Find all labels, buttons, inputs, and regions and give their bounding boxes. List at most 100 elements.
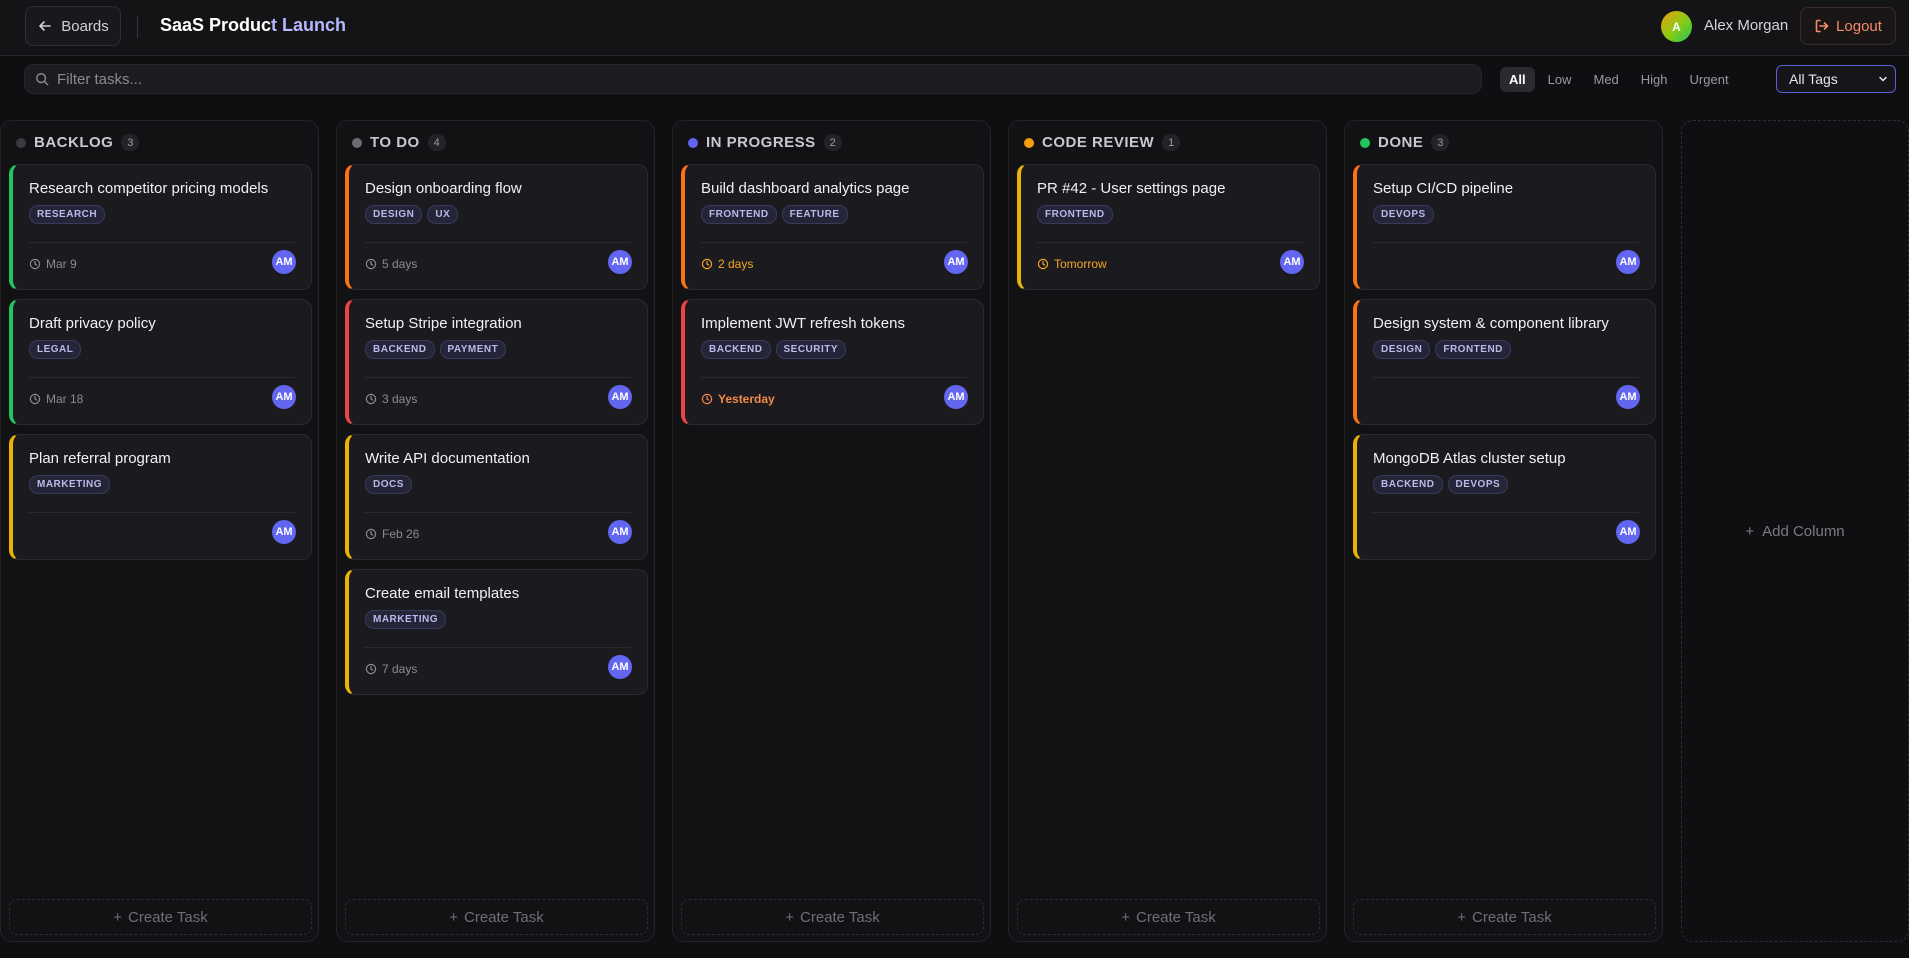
task-card[interactable]: Design system & component library DESIGN F… <box>1353 299 1656 425</box>
user-name: Alex Morgan <box>1704 17 1789 34</box>
assignee-avatar[interactable]: AM <box>608 385 632 409</box>
task-card[interactable]: Write API documentation DOCS Feb 26 AM <box>345 434 648 560</box>
task-tags: BACKEND DEVOPS <box>1373 475 1509 494</box>
assignee-avatar[interactable]: AM <box>272 250 296 274</box>
tag-chip: SECURITY <box>775 340 847 359</box>
tag-chip: MARKETING <box>365 610 447 629</box>
create-task-button[interactable]: + Create Task <box>681 899 984 935</box>
due-date: Yesterday <box>701 392 775 406</box>
user-avatar[interactable]: A <box>1661 11 1692 42</box>
tag-chip: DESIGN <box>1373 340 1431 359</box>
assignee-avatar[interactable]: AM <box>1616 385 1640 409</box>
assignee-avatar[interactable]: AM <box>1616 520 1640 544</box>
create-task-button[interactable]: + Create Task <box>1017 899 1320 935</box>
task-tags: FRONTEND <box>1037 205 1113 224</box>
card-divider <box>29 377 295 378</box>
search-input[interactable] <box>57 70 1457 88</box>
create-task-label: Create Task <box>1472 908 1552 926</box>
task-card[interactable]: Research competitor pricing models RESEAR… <box>9 164 312 290</box>
card-divider <box>29 242 295 243</box>
column-status-dot <box>16 137 26 148</box>
priority-filter-high[interactable]: High <box>1632 67 1677 92</box>
back-button-label: Boards <box>61 17 109 35</box>
task-filter-search[interactable] <box>24 64 1482 94</box>
task-card[interactable]: Setup Stripe integration BACKEND PAYMENT 3 … <box>345 299 648 425</box>
column-status-dot <box>1360 137 1370 148</box>
logout-button[interactable]: Logout <box>1800 7 1896 45</box>
assignee-avatar[interactable]: AM <box>272 520 296 544</box>
card-divider <box>365 512 631 513</box>
due-date-text: 7 days <box>382 662 418 676</box>
tag-filter-select[interactable]: All Tags <box>1776 65 1896 93</box>
assignee-avatar[interactable]: AM <box>608 520 632 544</box>
clock-icon <box>29 393 41 405</box>
card-divider <box>29 512 295 513</box>
priority-filter-low[interactable]: Low <box>1539 67 1581 92</box>
due-date-text: 2 days <box>718 257 754 271</box>
task-card[interactable]: Implement JWT refresh tokens BACKEND SECUR… <box>681 299 984 425</box>
column-header: IN PROGRESS 2 <box>688 134 842 151</box>
tag-chip: FRONTEND <box>1037 205 1113 224</box>
task-tags: FRONTEND FEATURE <box>701 205 848 224</box>
column-header: CODE REVIEW 1 <box>1024 134 1181 151</box>
priority-filter-urgent[interactable]: Urgent <box>1681 67 1738 92</box>
priority-filter-all[interactable]: All <box>1500 66 1535 92</box>
due-date: Feb 26 <box>365 527 419 541</box>
task-tags: MARKETING <box>29 475 111 494</box>
tag-chip: LEGAL <box>29 340 82 359</box>
assignee-avatar[interactable]: AM <box>944 385 968 409</box>
due-date: 3 days <box>365 392 417 406</box>
plus-icon: + <box>1121 908 1130 926</box>
task-title: Draft privacy policy <box>29 315 156 332</box>
assignee-avatar[interactable]: AM <box>1280 250 1304 274</box>
due-date-text: Mar 18 <box>46 392 84 406</box>
task-title: Setup Stripe integration <box>365 315 522 332</box>
add-column-button[interactable]: + Add Column <box>1681 120 1909 942</box>
logout-icon <box>1815 19 1829 33</box>
card-divider <box>365 242 631 243</box>
create-task-button[interactable]: + Create Task <box>1353 899 1656 935</box>
task-title: Implement JWT refresh tokens <box>701 315 905 332</box>
task-card[interactable]: Setup CI/CD pipeline DEVOPS AM <box>1353 164 1656 290</box>
column-status-dot <box>352 137 362 148</box>
tag-chip: BACKEND <box>701 340 771 359</box>
column-title: CODE REVIEW <box>1042 134 1155 151</box>
task-tags: MARKETING <box>365 610 447 629</box>
task-card[interactable]: Design onboarding flow DESIGN UX 5 days AM <box>345 164 648 290</box>
board-title: SaaS Product Launch <box>160 15 346 36</box>
tag-chip: FRONTEND <box>701 205 777 224</box>
assignee-avatar[interactable]: AM <box>272 385 296 409</box>
back-to-boards-button[interactable]: Boards <box>25 6 121 46</box>
card-divider <box>1373 512 1639 513</box>
app-header: Boards SaaS Product Launch A Alex Morgan… <box>0 0 1909 56</box>
search-icon <box>36 73 49 86</box>
assignee-avatar[interactable]: AM <box>1616 250 1640 274</box>
card-divider <box>365 647 631 648</box>
column-title: DONE <box>1378 134 1424 151</box>
column-title: IN PROGRESS <box>706 134 816 151</box>
column-backlog: BACKLOG 3 Research competitor pricing mode… <box>0 120 319 942</box>
due-date-text: 5 days <box>382 257 418 271</box>
assignee-avatar[interactable]: AM <box>608 655 632 679</box>
create-task-button[interactable]: + Create Task <box>9 899 312 935</box>
assignee-avatar[interactable]: AM <box>944 250 968 274</box>
task-tags: BACKEND SECURITY <box>701 340 847 359</box>
task-card[interactable]: Create email templates MARKETING 7 days AM <box>345 569 648 695</box>
card-divider <box>701 242 967 243</box>
clock-icon <box>365 663 377 675</box>
clock-icon <box>701 393 713 405</box>
task-card[interactable]: Draft privacy policy LEGAL Mar 18 AM <box>9 299 312 425</box>
clock-icon <box>1037 258 1049 270</box>
task-card[interactable]: PR #42 - User settings page FRONTEND Tomor… <box>1017 164 1320 290</box>
task-card[interactable]: Build dashboard analytics page FRONTEND FE… <box>681 164 984 290</box>
create-task-button[interactable]: + Create Task <box>345 899 648 935</box>
tag-chip: PAYMENT <box>439 340 507 359</box>
task-card[interactable]: Plan referral program MARKETING AM <box>9 434 312 560</box>
assignee-avatar[interactable]: AM <box>608 250 632 274</box>
task-card[interactable]: MongoDB Atlas cluster setup BACKEND DEVOPS… <box>1353 434 1656 560</box>
create-task-label: Create Task <box>464 908 544 926</box>
plus-icon: + <box>1457 908 1466 926</box>
plus-icon: + <box>113 908 122 926</box>
column-title: TO DO <box>370 134 420 151</box>
priority-filter-med[interactable]: Med <box>1584 67 1627 92</box>
